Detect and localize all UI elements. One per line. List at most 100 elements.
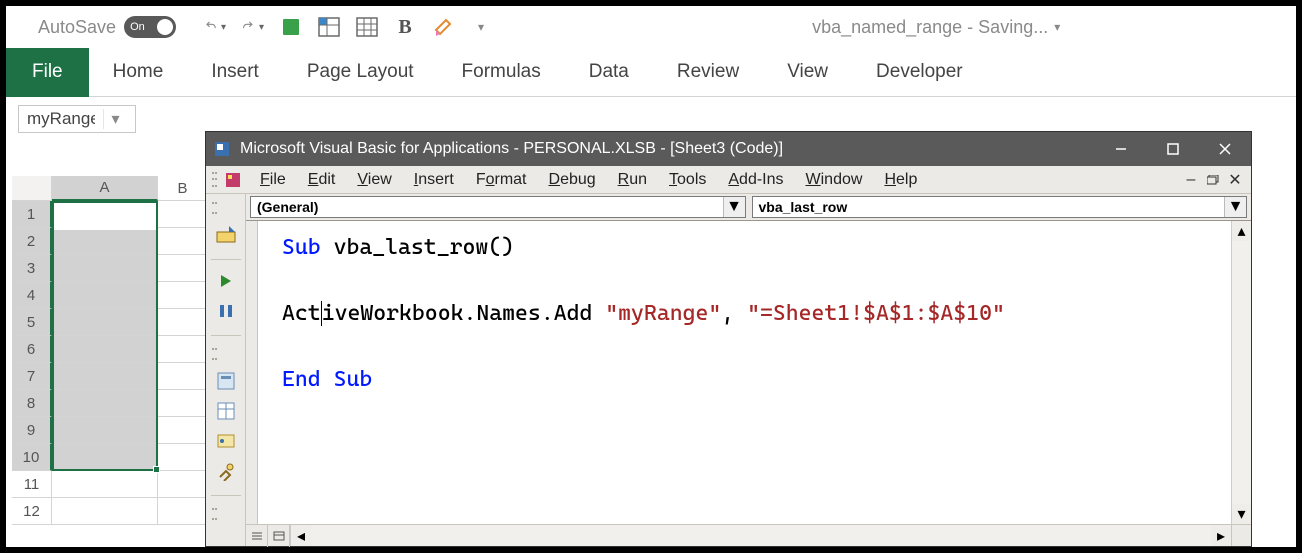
- procedure-dropdown[interactable]: vba_last_row ▼: [752, 196, 1248, 218]
- autosave-toggle[interactable]: On: [124, 16, 176, 38]
- vba-tool-toolbox[interactable]: [211, 458, 241, 484]
- tab-data[interactable]: Data: [565, 48, 653, 97]
- full-module-view-button[interactable]: [268, 525, 290, 547]
- row-header[interactable]: 12: [12, 498, 52, 525]
- select-all-triangle[interactable]: [12, 176, 52, 201]
- name-box-dropdown[interactable]: ▾: [103, 109, 127, 129]
- vba-menu-insert[interactable]: Insert: [404, 169, 464, 191]
- code-editor[interactable]: Sub vba_last_row() ActiveWorkbook.Names.…: [258, 221, 1231, 524]
- row-header[interactable]: 7: [12, 363, 52, 390]
- cell[interactable]: [52, 309, 158, 336]
- cell[interactable]: [158, 417, 208, 444]
- cell[interactable]: [52, 471, 158, 498]
- horizontal-scrollbar[interactable]: ◂ ▸: [290, 525, 1231, 546]
- cell[interactable]: [158, 363, 208, 390]
- tab-formulas[interactable]: Formulas: [438, 48, 565, 97]
- qat-pivot-button[interactable]: [318, 16, 340, 38]
- cell[interactable]: [52, 255, 158, 282]
- vba-menu-addins[interactable]: Add-Ins: [718, 169, 793, 191]
- row-header[interactable]: 1: [12, 201, 52, 228]
- name-box[interactable]: ▾: [18, 105, 136, 133]
- cell[interactable]: [158, 282, 208, 309]
- vba-menu-debug[interactable]: Debug: [539, 169, 606, 191]
- vba-menu-edit[interactable]: Edit: [298, 169, 346, 191]
- row-header[interactable]: 9: [12, 417, 52, 444]
- cell[interactable]: [52, 228, 158, 255]
- row-header[interactable]: 6: [12, 336, 52, 363]
- cell[interactable]: [158, 255, 208, 282]
- qat-fill-button[interactable]: [280, 16, 302, 38]
- mdi-close-button[interactable]: ✕: [1225, 172, 1245, 188]
- vba-menu-file[interactable]: File: [250, 169, 296, 191]
- name-box-input[interactable]: [19, 107, 103, 131]
- qat-bold-button[interactable]: B: [394, 16, 416, 38]
- cell[interactable]: [52, 390, 158, 417]
- row-header[interactable]: 4: [12, 282, 52, 309]
- vba-tool-run[interactable]: [211, 268, 241, 294]
- cell[interactable]: [158, 309, 208, 336]
- object-dropdown[interactable]: (General) ▼: [250, 196, 746, 218]
- vba-tool-properties[interactable]: [211, 398, 241, 424]
- vba-menu-run[interactable]: Run: [608, 169, 657, 191]
- cell[interactable]: [52, 282, 158, 309]
- redo-button[interactable]: ▾: [242, 16, 264, 38]
- cell[interactable]: [158, 471, 208, 498]
- mdi-minimize-button[interactable]: –: [1181, 172, 1201, 188]
- vba-menu-tools[interactable]: Tools: [659, 169, 716, 191]
- tab-insert[interactable]: Insert: [187, 48, 283, 97]
- tab-home[interactable]: Home: [89, 48, 188, 97]
- tab-page-layout[interactable]: Page Layout: [283, 48, 438, 97]
- cell[interactable]: [158, 336, 208, 363]
- col-header-b[interactable]: B: [158, 176, 208, 201]
- procedure-view-button[interactable]: [246, 525, 268, 547]
- cell[interactable]: [158, 444, 208, 471]
- row-header[interactable]: 11: [12, 471, 52, 498]
- row-header[interactable]: 3: [12, 255, 52, 282]
- qat-table-button[interactable]: [356, 16, 378, 38]
- quick-access-toolbar: ▾ ▾ B ▾: [204, 16, 492, 38]
- minimize-button[interactable]: [1095, 132, 1147, 166]
- vba-titlebar[interactable]: Microsoft Visual Basic for Applications …: [206, 132, 1251, 166]
- row-header[interactable]: 2: [12, 228, 52, 255]
- col-header-a[interactable]: A: [52, 176, 158, 201]
- document-title: vba_named_range - Saving...: [812, 17, 1048, 38]
- tab-developer[interactable]: Developer: [852, 48, 987, 97]
- tab-view[interactable]: View: [763, 48, 852, 97]
- row-header[interactable]: 5: [12, 309, 52, 336]
- close-button[interactable]: [1199, 132, 1251, 166]
- vertical-scrollbar[interactable]: ▴ ▾: [1231, 221, 1251, 524]
- vba-menu-view[interactable]: View: [347, 169, 401, 191]
- cell[interactable]: [158, 201, 208, 228]
- file-tab[interactable]: File: [6, 48, 89, 97]
- ribbon: File Home Insert Page Layout Formulas Da…: [6, 48, 1296, 97]
- cell[interactable]: [52, 336, 158, 363]
- code-margin[interactable]: [246, 221, 258, 524]
- vba-app-icon: [212, 139, 232, 159]
- doc-title-dropdown[interactable]: ▾: [1054, 20, 1060, 34]
- tab-review[interactable]: Review: [653, 48, 763, 97]
- qat-clear-format-button[interactable]: [432, 16, 454, 38]
- row-header[interactable]: 10: [12, 444, 52, 471]
- row-header[interactable]: 8: [12, 390, 52, 417]
- cell[interactable]: [52, 498, 158, 525]
- cell[interactable]: [52, 417, 158, 444]
- cell[interactable]: [52, 201, 158, 228]
- vba-menu-window[interactable]: Window: [796, 169, 873, 191]
- chevron-down-icon[interactable]: ▼: [1224, 197, 1246, 217]
- vba-tool-design[interactable]: [211, 222, 241, 248]
- vba-tool-break[interactable]: [211, 298, 241, 324]
- vba-menu-help[interactable]: Help: [874, 169, 927, 191]
- undo-button[interactable]: ▾: [204, 16, 226, 38]
- maximize-button[interactable]: [1147, 132, 1199, 166]
- vba-tool-project[interactable]: [211, 368, 241, 394]
- vba-tool-browser[interactable]: [211, 428, 241, 454]
- cell[interactable]: [158, 228, 208, 255]
- vba-menu-format[interactable]: Format: [466, 169, 537, 191]
- cell[interactable]: [52, 363, 158, 390]
- cell[interactable]: [158, 498, 208, 525]
- mdi-restore-button[interactable]: [1203, 172, 1223, 188]
- qat-customize-button[interactable]: ▾: [470, 16, 492, 38]
- cell[interactable]: [52, 444, 158, 471]
- chevron-down-icon[interactable]: ▼: [723, 197, 745, 217]
- cell[interactable]: [158, 390, 208, 417]
